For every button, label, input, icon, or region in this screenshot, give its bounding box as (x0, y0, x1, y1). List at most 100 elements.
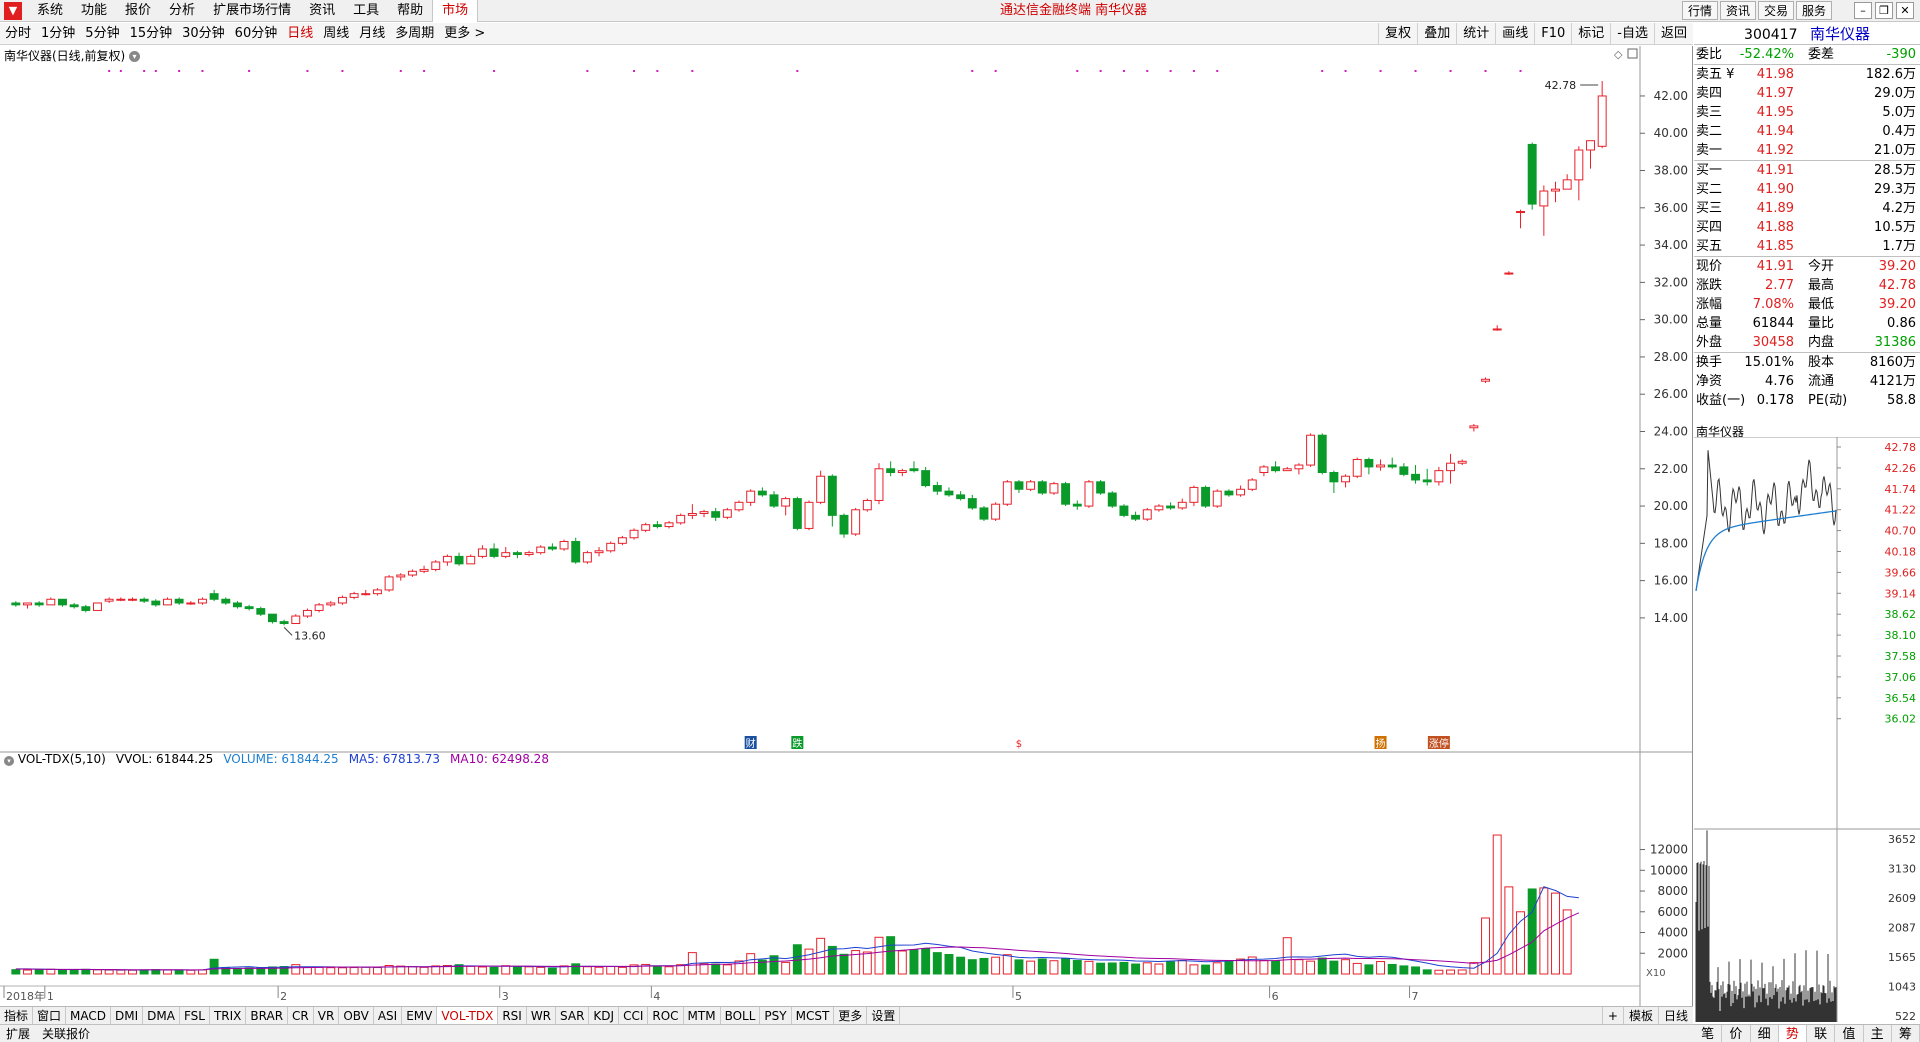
period-tab-10[interactable]: 更多 > (439, 23, 490, 45)
event-marker[interactable]: 扬 (1376, 737, 1386, 750)
candle-body (699, 511, 709, 515)
top-tab-0[interactable]: 行情 (1681, 1, 1718, 20)
menu-item-7[interactable]: 帮助 (388, 0, 432, 22)
stat-row-label2: 最低 (1808, 297, 1835, 312)
quote-tab-4[interactable]: 联 (1807, 1025, 1836, 1042)
candle-body (536, 546, 546, 554)
indicator-right-1[interactable]: 模板 (1622, 1007, 1658, 1025)
indicator-tab-25[interactable]: 设置 (867, 1006, 901, 1025)
chart-tool-4[interactable]: F10 (1534, 23, 1571, 45)
minimize-icon[interactable]: – (1854, 2, 1872, 19)
period-tab-7[interactable]: 周线 (318, 23, 354, 45)
period-tab-6[interactable]: 日线 (282, 23, 318, 45)
indicator-tab-7[interactable]: BRAR (246, 1006, 289, 1025)
bid-row: 买四 41.88 10.5万 (1694, 218, 1920, 237)
menu-item-3[interactable]: 分析 (160, 0, 204, 22)
menu-item-2[interactable]: 报价 (116, 0, 160, 22)
indicator-tab-20[interactable]: MTM (684, 1006, 721, 1025)
period-tab-9[interactable]: 多周期 (390, 23, 439, 45)
indicator-tab-24[interactable]: 更多 (834, 1006, 868, 1025)
bid-price: 41.90 (1756, 182, 1794, 197)
indicator-tab-14[interactable]: RSI (498, 1006, 527, 1025)
chart-tool-3[interactable]: 画线 (1495, 23, 1534, 45)
top-tab-3[interactable]: 服务 (1795, 1, 1832, 20)
indicator-tab-19[interactable]: ROC (648, 1006, 684, 1025)
diamond-icon[interactable]: ◇ (1614, 48, 1623, 61)
quote-tab-5[interactable]: 值 (1835, 1025, 1864, 1042)
period-tab-8[interactable]: 月线 (354, 23, 390, 45)
indicator-tab-2[interactable]: MACD (66, 1006, 112, 1025)
indicator-tab-11[interactable]: ASI (374, 1006, 403, 1025)
indicator-tab-22[interactable]: PSY (760, 1006, 792, 1025)
period-tab-3[interactable]: 15分钟 (125, 23, 178, 45)
bid-list: 买一 41.91 28.5万 买二 41.90 29.3万 买三 41.89 4.2万 买四 41.… (1694, 160, 1920, 256)
indicator-tab-12[interactable]: EMV (402, 1006, 438, 1025)
title-dropdown-icon[interactable]: ▾ (129, 51, 141, 62)
indicator-tab-5[interactable]: FSL (180, 1006, 210, 1025)
stock-name[interactable]: 南华仪器 (1810, 25, 1870, 43)
indicator-right-2[interactable]: 日线 (1657, 1007, 1693, 1025)
indicator-tab-3[interactable]: DMI (111, 1006, 144, 1025)
vol-dropdown-icon[interactable]: ▾ (4, 756, 14, 766)
menu-item-0[interactable]: 系统 (28, 0, 72, 22)
indicator-tab-23[interactable]: MCST (792, 1006, 835, 1025)
info-marker-dot (994, 70, 997, 72)
chart-tool-2[interactable]: 统计 (1456, 23, 1495, 45)
chart-tool-1[interactable]: 叠加 (1417, 23, 1456, 45)
period-tab-2[interactable]: 5分钟 (80, 23, 124, 45)
menu-market[interactable]: 市场 (432, 0, 479, 22)
period-tab-1[interactable]: 1分钟 (36, 23, 80, 45)
indicator-tab-16[interactable]: SAR (556, 1006, 590, 1025)
menu-item-4[interactable]: 扩展市场行情 (204, 0, 300, 22)
company-stat-row-value2: 8160万 (1869, 355, 1916, 370)
event-marker[interactable]: 跌 (792, 737, 802, 750)
indicator-tab-15[interactable]: WR (527, 1006, 557, 1025)
event-marker[interactable]: 涨停 (1429, 737, 1449, 750)
period-toolbar: 分时 1分钟 5分钟 15分钟 30分钟 60分钟 日线 周线 月线 多周期 更多 > 复权 叠加 统计… (0, 23, 1693, 45)
top-tab-1[interactable]: 资讯 (1719, 1, 1756, 20)
quote-tab-3[interactable]: 势 (1778, 1025, 1807, 1042)
indicator-tab-18[interactable]: CCI (619, 1006, 649, 1025)
indicator-tab-0[interactable]: 指标 (0, 1006, 34, 1025)
volume-bar (827, 945, 837, 975)
period-tab-5[interactable]: 60分钟 (230, 23, 283, 45)
event-marker[interactable]: $ (1016, 739, 1022, 750)
chart-tool-7[interactable]: 返回 (1653, 23, 1693, 45)
menu-item-5[interactable]: 资讯 (300, 0, 344, 22)
indicator-tab-9[interactable]: VR (314, 1006, 340, 1025)
ask-volume: 5.0万 (1882, 105, 1916, 120)
indicator-tab-17[interactable]: KDJ (589, 1006, 620, 1025)
close-icon[interactable]: ✕ (1896, 2, 1914, 19)
restore-icon[interactable]: ❐ (1875, 2, 1893, 19)
chart-tool-5[interactable]: 标记 (1571, 23, 1610, 45)
indicator-tab-4[interactable]: DMA (143, 1006, 180, 1025)
chart-tool-6[interactable]: -自选 (1610, 23, 1654, 45)
status-expand[interactable]: 扩展 (0, 1025, 36, 1042)
indicator-tab-10[interactable]: OBV (339, 1006, 374, 1025)
quote-tab-0[interactable]: 笔 (1694, 1025, 1723, 1042)
candle-body (582, 552, 592, 563)
top-tab-2[interactable]: 交易 (1757, 1, 1794, 20)
indicator-tab-13[interactable]: VOL-TDX (437, 1006, 499, 1025)
quote-tab-6[interactable]: 主 (1864, 1025, 1892, 1042)
info-marker-dot (1484, 70, 1487, 72)
panel-toggle-icon[interactable] (1627, 48, 1638, 59)
period-tab-4[interactable]: 30分钟 (177, 23, 230, 45)
indicator-tab-8[interactable]: CR (288, 1006, 314, 1025)
quote-tab-1[interactable]: 价 (1722, 1025, 1751, 1042)
quote-tab-7[interactable]: 筹 (1892, 1025, 1920, 1042)
kline-chart-panel[interactable]: 42.00 40.00 38.00 36.00 34.00 32.00 30.00 28.00… (0, 46, 1693, 1006)
quote-tab-2[interactable]: 细 (1751, 1025, 1779, 1042)
chart-tool-0[interactable]: 复权 (1378, 23, 1417, 45)
menu-item-6[interactable]: 工具 (344, 0, 388, 22)
indicator-tab-1[interactable]: 窗口 (33, 1006, 67, 1025)
status-related-quote[interactable]: 关联报价 (36, 1025, 96, 1042)
volume-bar (174, 969, 184, 975)
menu-item-1[interactable]: 功能 (72, 0, 116, 22)
indicator-tab-6[interactable]: TRIX (210, 1006, 247, 1025)
event-marker[interactable]: 财 (746, 737, 756, 750)
indicator-tab-21[interactable]: BOLL (721, 1006, 761, 1025)
period-tab-0[interactable]: 分时 (0, 23, 36, 45)
app-logo-icon[interactable]: ▼ (4, 1, 22, 20)
indicator-right-0[interactable]: + (1601, 1007, 1623, 1025)
